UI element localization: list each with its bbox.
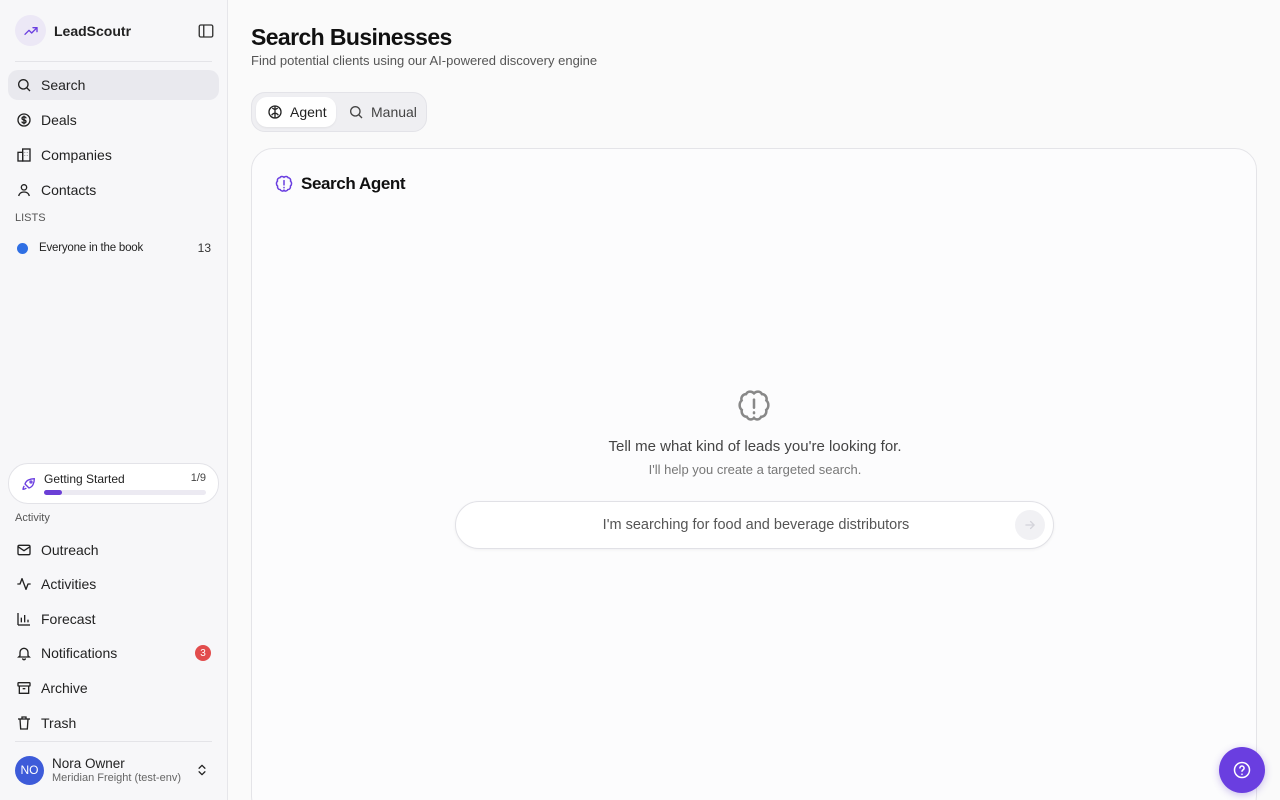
- brain-icon: [275, 175, 293, 192]
- nav-label: Forecast: [41, 611, 96, 627]
- page-title: Search Businesses: [251, 24, 452, 50]
- tab-agent[interactable]: Agent: [256, 97, 336, 127]
- notification-badge: 3: [195, 645, 211, 661]
- send-button[interactable]: [1015, 510, 1045, 540]
- activity-icon: [17, 578, 31, 590]
- list-item[interactable]: Everyone in the book 13: [8, 234, 219, 262]
- empty-state-subtitle: I'll help you create a targeted search.: [648, 462, 862, 477]
- nav-label: Deals: [41, 112, 77, 128]
- nav-label: Trash: [41, 715, 77, 731]
- nav-item-deals[interactable]: Deals: [8, 105, 219, 135]
- activity-heading: Activity: [15, 512, 50, 524]
- card-header: Search Agent: [274, 174, 406, 194]
- avatar: NO: [15, 755, 44, 785]
- trash-icon: [18, 716, 30, 730]
- brand[interactable]: LeadScoutr: [15, 15, 131, 46]
- progress-fill: [44, 490, 62, 495]
- help-button[interactable]: [1219, 747, 1265, 793]
- nav-item-outreach[interactable]: Outreach: [8, 535, 219, 565]
- getting-started-title: Getting Started: [44, 472, 125, 486]
- nav-label: Companies: [41, 147, 112, 163]
- nav-item-trash[interactable]: Trash: [8, 708, 219, 738]
- archive-icon: [17, 682, 31, 694]
- nav-label: Outreach: [41, 542, 99, 558]
- brain-icon: [738, 390, 770, 421]
- list-count: 13: [197, 241, 211, 255]
- mode-switch: Agent Manual: [251, 92, 427, 132]
- nav-item-archive[interactable]: Archive: [8, 673, 219, 703]
- divider: [15, 741, 212, 742]
- app-name: LeadScoutr: [54, 22, 132, 39]
- help-icon: [1233, 761, 1251, 779]
- agent-prompt-input[interactable]: [476, 502, 1036, 548]
- search-icon: [18, 79, 31, 92]
- arrow-right-icon: [1025, 520, 1035, 530]
- mail-icon: [17, 544, 31, 556]
- nav-item-forecast[interactable]: Forecast: [8, 604, 219, 634]
- lists-heading: LISTS: [15, 212, 46, 224]
- tab-label: Manual: [371, 104, 417, 120]
- list-color-dot: [17, 242, 28, 254]
- getting-started-card[interactable]: Getting Started 1/9: [8, 463, 219, 504]
- bell-icon: [17, 647, 31, 661]
- chart-icon: [17, 613, 30, 626]
- card-title: Search Agent: [301, 174, 406, 193]
- nav-item-companies[interactable]: Companies: [8, 140, 219, 170]
- nav-label: Activities: [41, 576, 97, 592]
- nav-item-activities[interactable]: Activities: [8, 569, 219, 599]
- user-name: Nora Owner: [52, 756, 125, 771]
- getting-started-count: 1/9: [190, 472, 206, 484]
- user-icon: [18, 184, 30, 197]
- divider: [15, 61, 212, 62]
- chevrons-up-down-icon: [198, 764, 206, 776]
- user-menu[interactable]: NO Nora Owner Meridian Freight (test-env…: [15, 754, 215, 786]
- dollar-icon: [17, 113, 31, 127]
- sidebar-toggle-icon[interactable]: [197, 22, 215, 40]
- user-org: Meridian Freight (test-env): [52, 772, 181, 784]
- search-agent-card: Search Agent Tell me what kind of leads …: [251, 148, 1257, 800]
- tab-manual[interactable]: Manual: [338, 97, 424, 127]
- nav-label: Notifications: [41, 645, 118, 661]
- agent-prompt-box: [455, 501, 1054, 549]
- brain-icon: [268, 105, 282, 119]
- page-subtitle: Find potential clients using our AI-powe…: [251, 53, 598, 68]
- nav-label: Contacts: [41, 182, 97, 198]
- nav-item-search[interactable]: Search: [8, 70, 219, 100]
- tab-label: Agent: [290, 104, 327, 120]
- search-icon: [350, 106, 363, 119]
- list-label: Everyone in the book: [39, 242, 144, 254]
- empty-state-title: Tell me what kind of leads you're lookin…: [608, 438, 902, 455]
- rocket-icon: [22, 478, 35, 490]
- nav-label: Search: [41, 77, 86, 93]
- progress-bar: [44, 490, 206, 495]
- sidebar: LeadScoutr Search Deals Companies Contac…: [0, 0, 228, 800]
- building-icon: [17, 148, 31, 162]
- nav-label: Archive: [41, 680, 88, 696]
- nav-item-contacts[interactable]: Contacts: [8, 175, 219, 205]
- nav-item-notifications[interactable]: Notifications 3: [8, 638, 219, 668]
- trending-up-icon: [15, 15, 46, 46]
